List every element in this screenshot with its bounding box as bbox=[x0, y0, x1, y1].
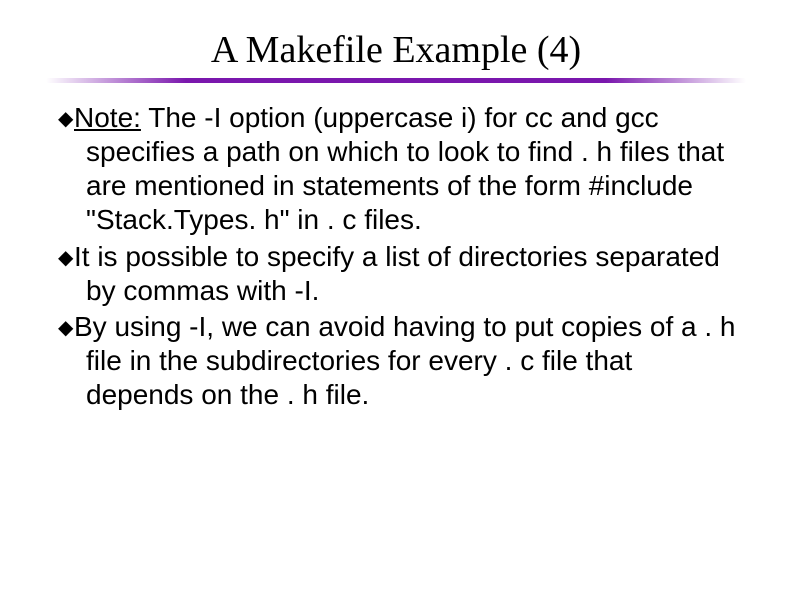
bullet-text-run: By using -I, we can avoid having to put … bbox=[74, 311, 736, 410]
title-underline-rule bbox=[46, 78, 746, 83]
slide: A Makefile Example (4) ◆Note: The -I opt… bbox=[0, 0, 792, 612]
diamond-bullet-icon: ◆ bbox=[58, 318, 74, 338]
slide-title: A Makefile Example (4) bbox=[40, 28, 752, 72]
bullet-item: ◆By using -I, we can avoid having to put… bbox=[58, 310, 742, 412]
slide-body: ◆Note: The -I option (uppercase i) for c… bbox=[40, 101, 752, 412]
bullet-text-run: The -I option (uppercase i) for cc and g… bbox=[86, 102, 724, 235]
bullet-text-run: Note: bbox=[74, 102, 141, 133]
diamond-bullet-icon: ◆ bbox=[58, 248, 74, 268]
diamond-bullet-icon: ◆ bbox=[58, 109, 74, 129]
bullet-text-run: It is possible to specify a list of dire… bbox=[74, 241, 720, 306]
bullet-item: ◆Note: The -I option (uppercase i) for c… bbox=[58, 101, 742, 238]
bullet-item: ◆It is possible to specify a list of dir… bbox=[58, 240, 742, 308]
